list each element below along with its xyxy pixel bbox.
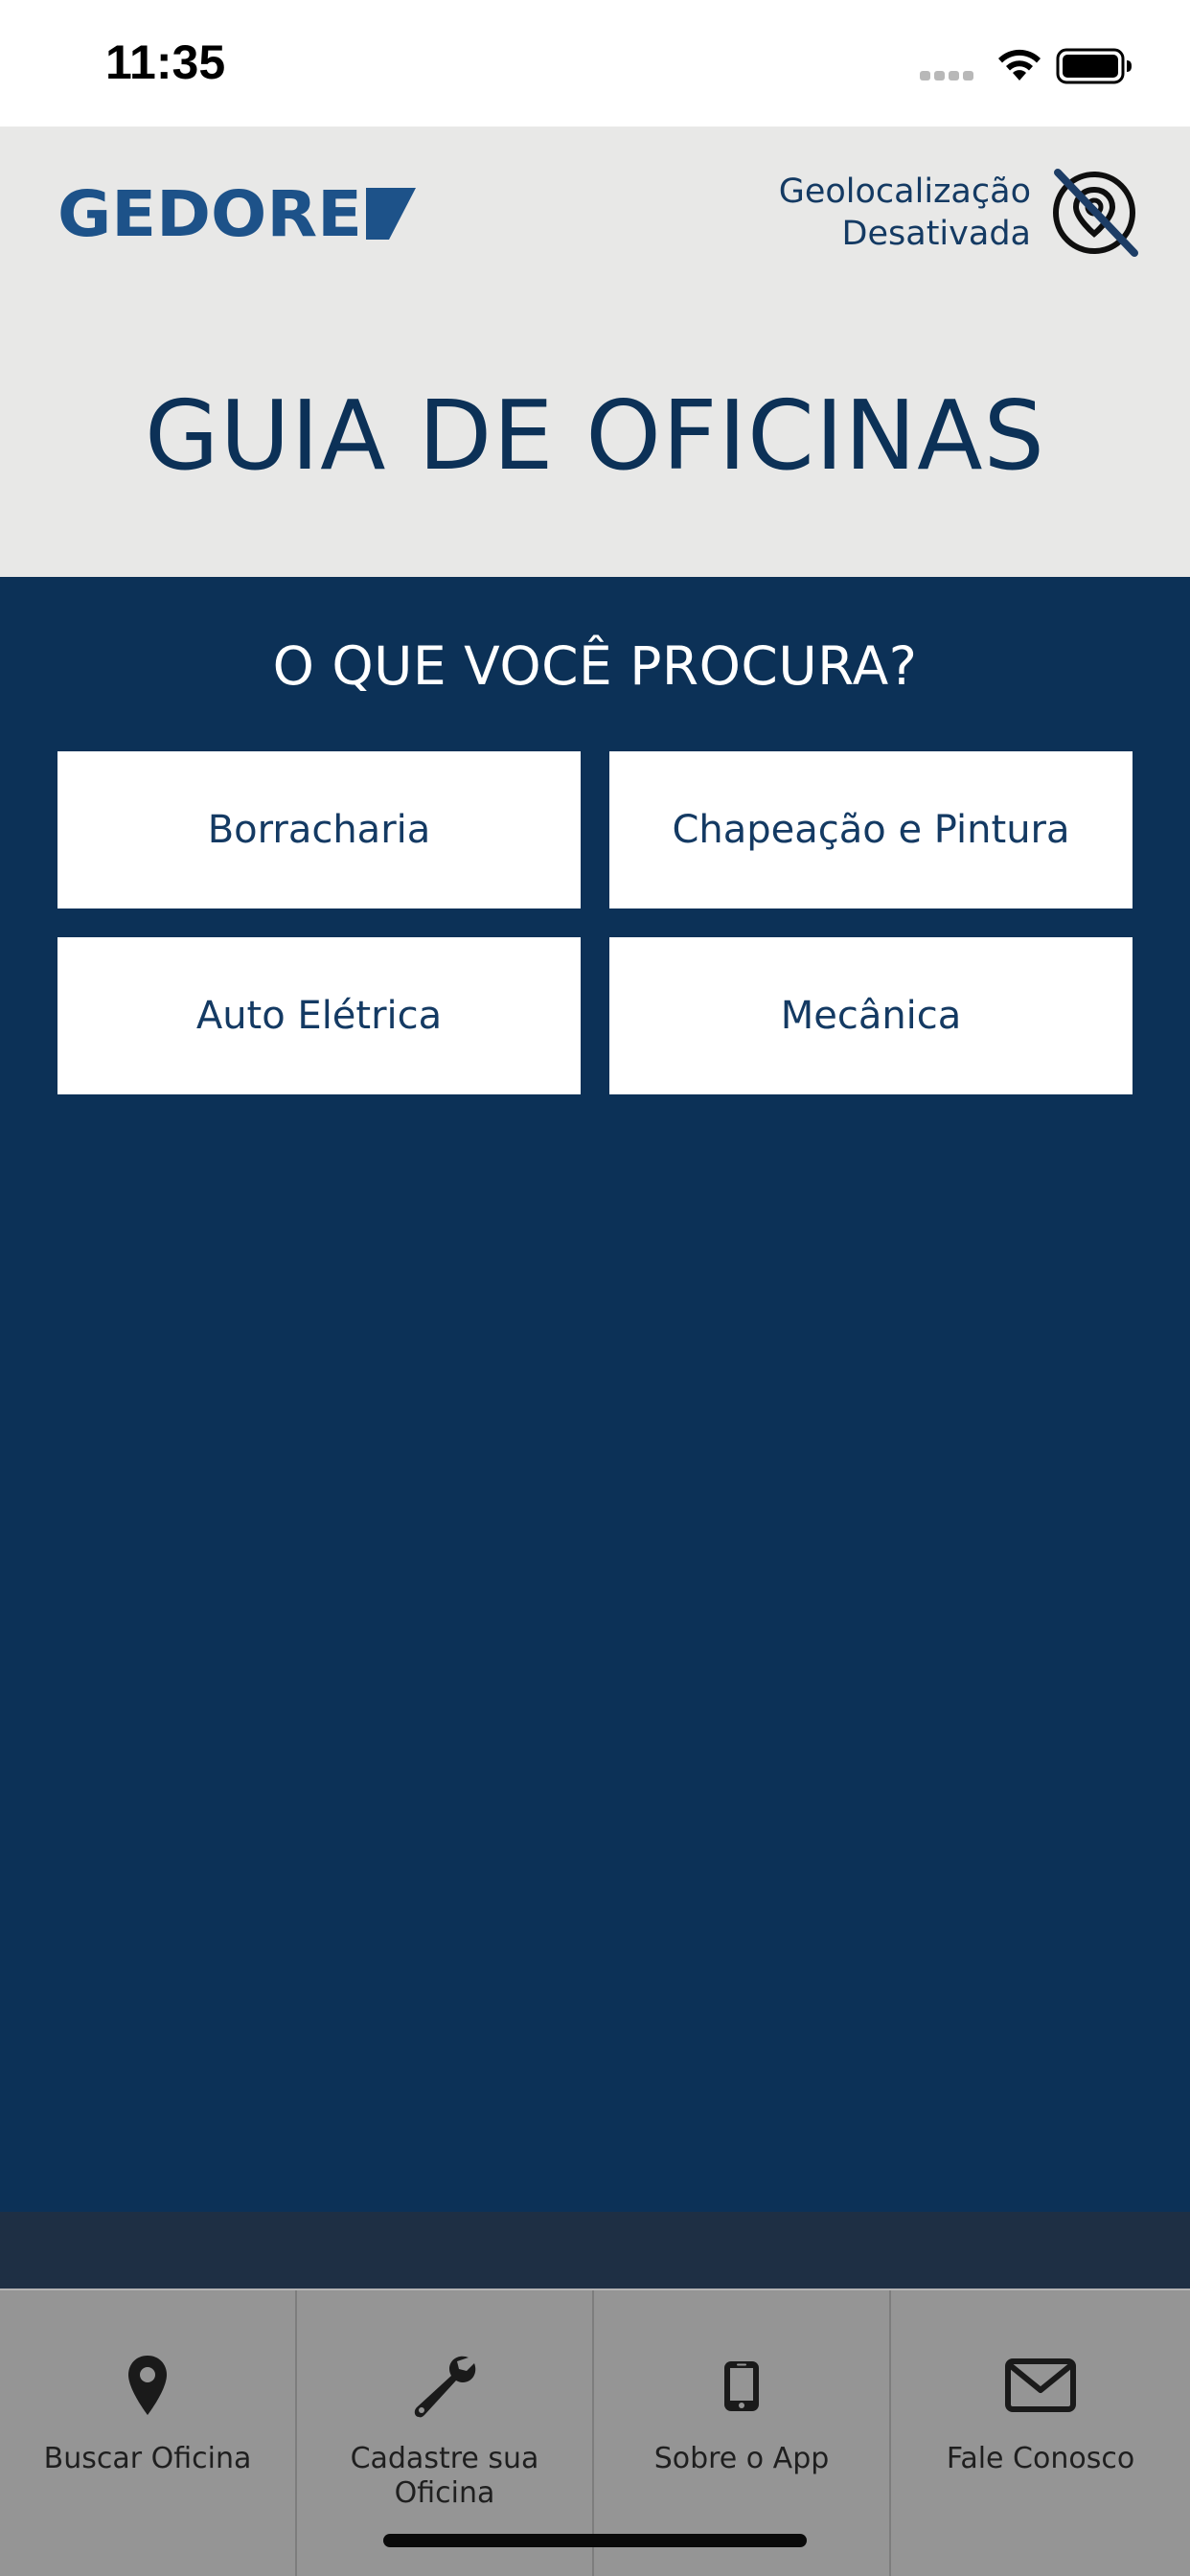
category-button-chapeacao-pintura[interactable]: Chapeação e Pintura (609, 751, 1133, 908)
location-off-icon[interactable] (1050, 169, 1138, 257)
category-button-borracharia[interactable]: Borracharia (57, 751, 581, 908)
wifi-icon (998, 49, 1041, 80)
category-button-auto-eletrica[interactable]: Auto Elétrica (57, 937, 581, 1094)
gedore-logo: GEDORE (57, 184, 416, 243)
status-bar: 11:35 (0, 0, 1190, 126)
status-time: 11:35 (105, 35, 226, 89)
home-indicator[interactable] (383, 2534, 807, 2547)
geolocation-label: Geolocalização (778, 172, 1031, 211)
tab-label: Fale Conosco (946, 2442, 1135, 2475)
tab-label: Cadastre sua Oficina (350, 2442, 539, 2510)
tab-bar: Buscar Oficina Cadastre sua Oficina Sobr… (0, 2288, 1190, 2576)
battery-icon (1056, 48, 1132, 84)
cellular-signal-icon (920, 71, 973, 80)
geolocation-state: Desativada (841, 215, 1031, 253)
wrench-icon (414, 2356, 476, 2418)
svg-text:GEDORE: GEDORE (57, 184, 362, 243)
envelope-icon (1005, 2358, 1076, 2412)
tab-buscar-oficina[interactable]: Buscar Oficina (0, 2290, 297, 2576)
category-button-mecanica[interactable]: Mecânica (609, 937, 1133, 1094)
section-heading: O QUE VOCÊ PROCURA? (272, 635, 918, 697)
map-pin-icon (128, 2356, 167, 2415)
page-title: GUIA DE OFICINAS (144, 380, 1046, 492)
geolocation-status[interactable]: Geolocalização Desativada (779, 171, 1031, 255)
category-section: O QUE VOCÊ PROCURA? Borracharia Chapeaçã… (0, 577, 1190, 2212)
phone-icon (724, 2361, 759, 2411)
tab-fale-conosco[interactable]: Fale Conosco (891, 2290, 1190, 2576)
tab-label: Sobre o App (653, 2442, 830, 2475)
app-header: GEDORE Geolocalização Desativada GUIA DE… (0, 126, 1190, 577)
bottom-divider-strip (0, 2212, 1190, 2288)
tab-label: Buscar Oficina (43, 2442, 252, 2475)
